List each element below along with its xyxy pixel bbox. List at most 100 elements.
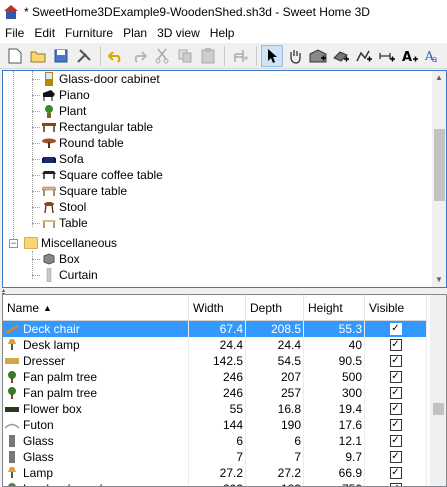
catalog-item-round-table[interactable]: Round table — [32, 135, 124, 151]
catalog-item-square-table[interactable]: Square table — [32, 183, 127, 199]
cell-name-text: Fan palm tree — [23, 386, 98, 400]
catalog-item-plant[interactable]: Plant — [32, 103, 86, 119]
visible-checkbox[interactable]: ✓ — [389, 451, 402, 463]
table-row[interactable]: Flower box 55 16.8 19.4 ✓ — [3, 401, 427, 417]
catalog-item-sofa[interactable]: Sofa — [32, 151, 84, 167]
scroll-up-arrow-icon[interactable]: ▲ — [432, 71, 446, 85]
cell-height: 750 — [304, 481, 365, 486]
furniture-catalog-tree[interactable]: Glass-door cabinet Piano Plant Rectangul… — [2, 70, 447, 288]
table-row[interactable]: Desk lamp 24.4 24.4 40 ✓ — [3, 337, 427, 353]
menu-plan[interactable]: Plan — [118, 23, 152, 43]
cell-depth: 16.8 — [246, 401, 304, 417]
table-row[interactable]: Deck chair 67.4 208.5 55.3 ✓ — [3, 321, 427, 337]
cell-width: 55 — [189, 401, 246, 417]
column-header-name[interactable]: Name ▲ — [3, 295, 189, 321]
cell-visible: ✓ — [365, 321, 427, 337]
scrollbar-thumb[interactable] — [433, 403, 444, 415]
menu-file[interactable]: File — [0, 23, 29, 43]
select-mode-icon[interactable] — [261, 44, 283, 67]
visible-checkbox[interactable]: ✓ — [389, 435, 402, 447]
cell-height: 55.3 — [304, 321, 365, 337]
add-text-icon[interactable]: A — [399, 45, 421, 67]
cell-width: 144 — [189, 417, 246, 433]
column-header-width[interactable]: Width — [189, 295, 246, 321]
cell-visible: ✓ — [365, 449, 427, 465]
table-row[interactable]: Glass 7 7 9.7 ✓ — [3, 449, 427, 465]
undo-icon[interactable] — [105, 45, 127, 67]
table-row[interactable]: Glass 6 6 12.1 ✓ — [3, 433, 427, 449]
table-row[interactable]: Lamp 27.2 27.2 66.9 ✓ — [3, 465, 427, 481]
table-row[interactable]: Dresser 142.5 54.5 90.5 ✓ — [3, 353, 427, 369]
create-dimensions-icon[interactable] — [376, 45, 398, 67]
visible-checkbox[interactable]: ✓ — [389, 467, 402, 479]
menu-help[interactable]: Help — [205, 23, 240, 43]
column-header-height[interactable]: Height — [304, 295, 365, 321]
visible-checkbox[interactable]: ✓ — [389, 339, 402, 351]
create-walls-icon[interactable] — [307, 45, 329, 67]
visible-checkbox[interactable]: ✓ — [389, 387, 402, 399]
catalog-item-curtain[interactable]: Curtain — [32, 267, 98, 283]
text-style-icon[interactable]: Aa — [422, 45, 444, 67]
plant-icon — [42, 104, 56, 118]
catalog-item-rectangular-table[interactable]: Rectangular table — [32, 119, 153, 135]
table-row[interactable]: Fan palm tree 246 257 300 ✓ — [3, 385, 427, 401]
catalog-item-piano[interactable]: Piano — [32, 87, 90, 103]
redo-icon[interactable] — [128, 45, 150, 67]
table-row[interactable]: Fan palm tree 246 207 500 ✓ — [3, 369, 427, 385]
cut-icon[interactable] — [151, 45, 173, 67]
catalog-item-table[interactable]: Table — [32, 215, 88, 231]
paste-icon[interactable] — [197, 45, 219, 67]
catalog-item-square-coffee-table[interactable]: Square coffee table — [32, 167, 163, 183]
cell-name-text: Futon — [23, 418, 54, 432]
menu-3d-view[interactable]: 3D view — [152, 23, 205, 43]
new-document-icon[interactable] — [4, 45, 26, 67]
catalog-item-glass-door-cabinet[interactable]: Glass-door cabinet — [32, 71, 160, 87]
collapse-expander-icon[interactable]: − — [9, 238, 18, 248]
table-row[interactable]: Futon 144 190 17.6 ✓ — [3, 417, 427, 433]
catalog-category-miscellaneous[interactable]: − Miscellaneous — [9, 235, 117, 251]
pan-mode-icon[interactable] — [284, 45, 306, 67]
visible-checkbox[interactable]: ✓ — [389, 355, 402, 367]
cabinet-icon — [42, 72, 56, 86]
scrollbar-thumb[interactable] — [434, 129, 445, 201]
visible-checkbox[interactable]: ✓ — [389, 419, 402, 431]
save-icon[interactable] — [50, 45, 72, 67]
panel-splitter[interactable]: ▴▾ — [0, 288, 447, 298]
stool-icon — [42, 200, 56, 214]
cell-depth: 24.4 — [246, 337, 304, 353]
visible-checkbox[interactable]: ✓ — [389, 403, 402, 415]
table-row[interactable]: Lombardy poplar 203183750 ✓ — [3, 481, 427, 486]
lamp-icon — [5, 467, 19, 479]
cell-name: Flower box — [3, 401, 189, 417]
cell-width: 246 — [189, 385, 246, 401]
cell-depth: 7 — [246, 449, 304, 465]
column-header-visible[interactable]: Visible — [365, 295, 427, 321]
sweet-home-3d-app-icon[interactable] — [4, 4, 18, 19]
create-rooms-icon[interactable] — [330, 45, 352, 67]
table-vertical-scrollbar[interactable] — [430, 295, 446, 486]
preferences-tools-icon[interactable] — [73, 45, 95, 67]
add-furniture-icon[interactable] — [229, 45, 251, 67]
create-polylines-icon[interactable] — [353, 45, 375, 67]
cell-name-text: Glass — [23, 450, 54, 464]
open-folder-icon[interactable] — [27, 45, 49, 67]
visible-checkbox[interactable]: ✓ — [389, 483, 402, 486]
visible-checkbox[interactable]: ✓ — [389, 323, 402, 335]
catalog-vertical-scrollbar[interactable]: ▲ ▼ — [432, 71, 446, 287]
furniture-list-table[interactable]: Name ▲ Width Depth Height Visible Deck ch… — [2, 294, 447, 487]
table-header: Name ▲ Width Depth Height Visible — [3, 295, 427, 321]
catalog-item-label: Rectangular table — [59, 120, 154, 134]
catalog-item-box[interactable]: Box — [32, 251, 80, 267]
visible-checkbox[interactable]: ✓ — [389, 371, 402, 383]
menu-edit[interactable]: Edit — [29, 23, 60, 43]
cell-height: 90.5 — [304, 353, 365, 369]
cell-depth: 257 — [246, 385, 304, 401]
catalog-item-stool[interactable]: Stool — [32, 199, 86, 215]
cell-height: 66.9 — [304, 465, 365, 481]
scroll-down-arrow-icon[interactable]: ▼ — [432, 273, 446, 287]
cell-name: Glass — [3, 449, 189, 465]
menu-furniture[interactable]: Furniture — [60, 23, 118, 43]
copy-icon[interactable] — [174, 45, 196, 67]
column-header-depth[interactable]: Depth — [246, 295, 304, 321]
cell-visible: ✓ — [365, 401, 427, 417]
